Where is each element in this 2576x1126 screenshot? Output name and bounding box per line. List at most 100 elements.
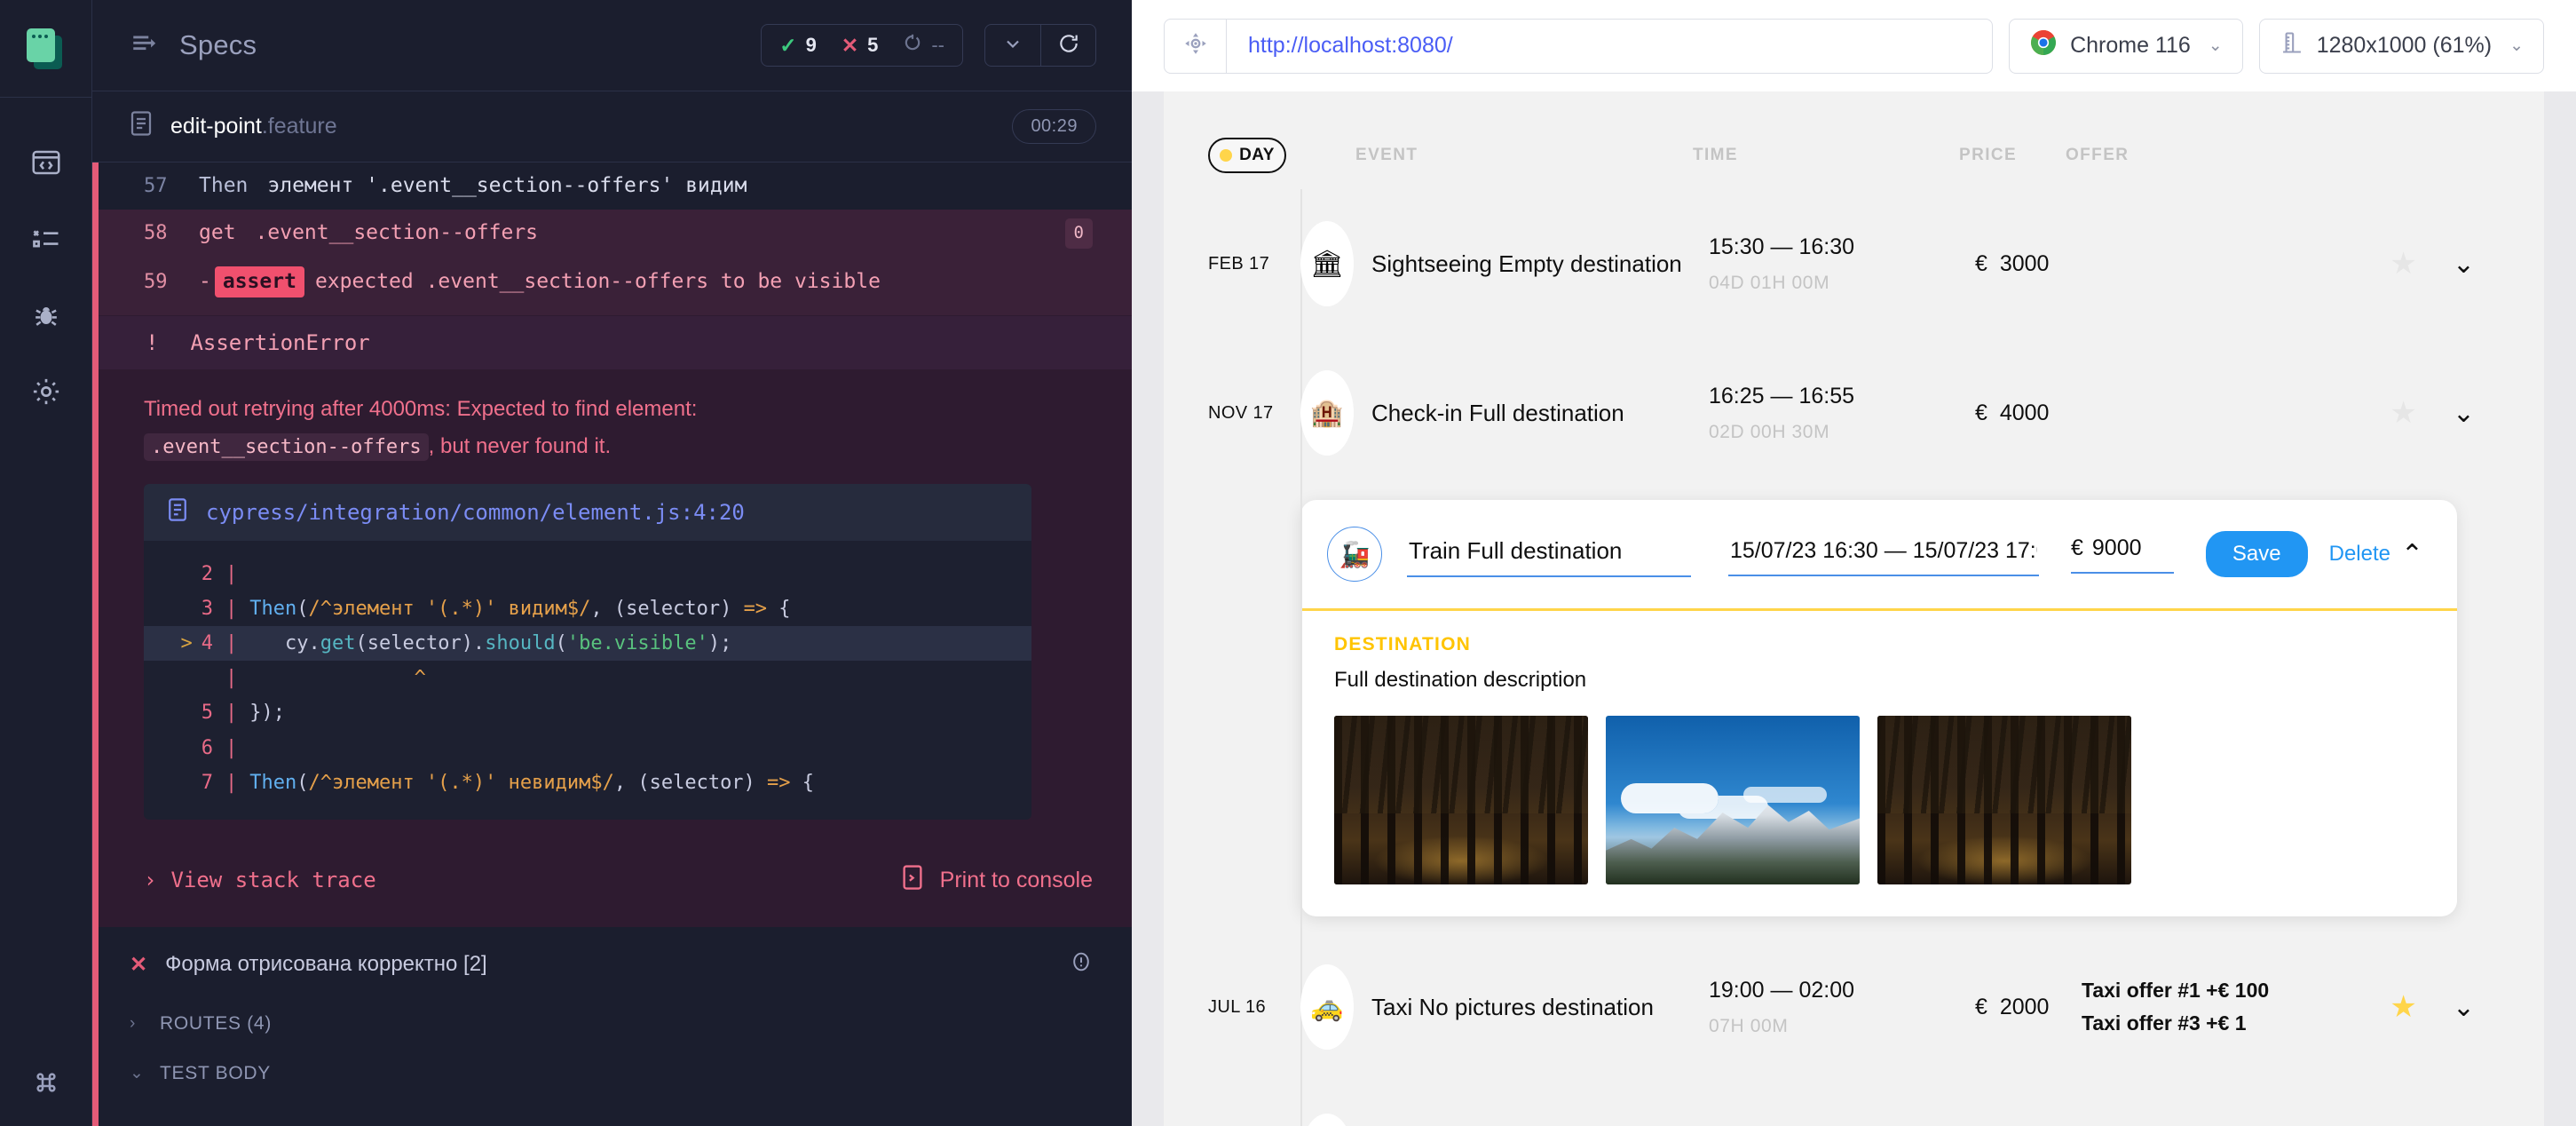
column-header-offer: OFFER <box>2066 146 2332 165</box>
sidebar-item-runs[interactable] <box>0 201 91 277</box>
test-list: ✕ Форма отрисована корректно [2] › ROUTE… <box>92 927 1132 1098</box>
test-failed-icon: ✕ <box>130 952 147 978</box>
event-price-input[interactable] <box>2092 535 2174 561</box>
stat-failed: ✕ 5 <box>829 34 891 58</box>
sidebar-item-tests[interactable] <box>0 124 91 201</box>
chevron-down-icon: ⌄ <box>2209 36 2223 56</box>
command-keyword: Then <box>199 171 248 201</box>
reporter-header: Specs ✓ 9 ✕ 5 <box>92 0 1132 91</box>
favorite-star-icon[interactable]: ★ <box>2390 989 2416 1025</box>
destination-photos <box>1334 716 2423 884</box>
spec-file-row[interactable]: edit-point.feature 00:29 <box>92 91 1132 163</box>
favorite-star-icon[interactable]: ★ <box>2390 395 2416 431</box>
url-bar[interactable]: http://localhost:8080/ <box>1164 19 1993 74</box>
trip-event-row[interactable]: APR 19 🚂 Train No pictures destination 1… <box>1208 1082 2500 1126</box>
event-duration: 04D 01H 00M <box>1709 273 1975 294</box>
code-line-number: 2 <box>167 557 225 591</box>
viewport-selector[interactable]: 1280x1000 (61%) ⌄ <box>2259 19 2544 74</box>
code-line: | ^ <box>144 661 1031 695</box>
favorite-star-icon[interactable]: ★ <box>2390 246 2416 282</box>
error-message-after: , but never found it. <box>429 434 611 458</box>
sidebar-item-settings[interactable] <box>0 353 91 430</box>
event-time-range: 15:30 — 16:30 <box>1709 234 1975 260</box>
collapse-chevron-icon[interactable]: ⌃ <box>2401 539 2423 570</box>
specs-list-icon <box>130 28 160 63</box>
ruler-icon <box>2280 30 2304 61</box>
view-stack-trace-button[interactable]: › View stack trace <box>144 868 376 892</box>
passed-count: 9 <box>806 34 817 57</box>
error-actions: › View stack trace Print to console <box>92 846 1132 927</box>
spec-timer: 00:29 <box>1012 109 1096 144</box>
command-row[interactable]: 59 - assert expected .event__section--of… <box>92 258 1132 315</box>
code-snippet-path: cypress/integration/common/element.js:4:… <box>206 500 745 525</box>
code-line: 6| <box>144 731 1031 765</box>
refresh-icon <box>1057 32 1080 59</box>
trip-event-row[interactable]: NOV 17 🏨 Check-in Full destination 16:25… <box>1208 338 2500 488</box>
selector-playground-button[interactable] <box>1165 20 1227 73</box>
error-message: Timed out retrying after 4000ms: Expecte… <box>144 391 1093 464</box>
test-item[interactable]: ✕ Форма отрисована корректно [2] <box>130 927 1093 999</box>
print-to-console-button[interactable]: Print to console <box>901 864 1093 897</box>
test-info-icon[interactable] <box>1070 950 1093 979</box>
command-number: 59 <box>144 268 199 297</box>
error-panel: Timed out retrying after 4000ms: Expecte… <box>92 369 1132 846</box>
expand-chevron-icon[interactable]: ⌄ <box>2453 249 2475 280</box>
browser-toolbar: http://localhost:8080/ Chrome 116 ⌄ <box>1132 0 2576 91</box>
event-type-icon[interactable]: 🚂 <box>1327 527 1382 582</box>
chevron-down-icon: ⌄ <box>2509 36 2524 56</box>
hook-test-body[interactable]: ⌄ TEST BODY <box>130 1049 1093 1098</box>
hook-routes[interactable]: › ROUTES (4) <box>130 999 1093 1049</box>
error-title: AssertionError <box>190 330 369 355</box>
delete-button[interactable]: Delete <box>2329 542 2390 567</box>
event-edit-form: 🚂 € Save Delete ⌃ <box>1300 500 2457 916</box>
code-snippet-header[interactable]: cypress/integration/common/element.js:4:… <box>144 484 1031 541</box>
code-line-number: 7 <box>167 765 225 800</box>
keyboard-shortcuts-button[interactable] <box>0 1068 91 1101</box>
trip-event-row[interactable]: JUL 16 🚕 Taxi No pictures destination 19… <box>1208 932 2500 1082</box>
url-text[interactable]: http://localhost:8080/ <box>1227 33 1453 59</box>
event-name-input[interactable] <box>1407 532 1691 577</box>
day-dot-icon <box>1220 149 1232 162</box>
trip-event-row[interactable]: FEB 17 🏛 Sightseeing Empty destination 1… <box>1208 189 2500 338</box>
rerun-button[interactable] <box>1040 25 1095 66</box>
expand-chevron-icon[interactable]: ⌄ <box>2453 992 2475 1023</box>
console-icon <box>901 864 924 897</box>
command-number: 58 <box>144 219 199 248</box>
day-badge[interactable]: DAY <box>1208 138 1286 173</box>
cypress-test-runner: Specs ✓ 9 ✕ 5 <box>0 0 2576 1126</box>
aut-stage: DAY EVENT TIME PRICE OFFER FEB 17 🏛 Sigh… <box>1132 91 2576 1126</box>
test-stats: ✓ 9 ✕ 5 -- <box>761 24 963 67</box>
code-line-number: 5 <box>167 695 225 730</box>
file-icon <box>130 110 153 143</box>
spec-base-name: edit-point <box>170 114 262 139</box>
event-type-icon: 🚂 <box>1300 1114 1354 1126</box>
event-date-input[interactable] <box>1728 533 2039 576</box>
browser-selector[interactable]: Chrome 116 ⌄ <box>2009 19 2243 74</box>
command-text: элемент '.event__section--offers' видим <box>267 171 747 201</box>
event-title: Taxi No pictures destination <box>1371 994 1709 1021</box>
print-to-console-label: Print to console <box>940 868 1093 893</box>
column-header-price: PRICE <box>1959 146 2066 165</box>
assert-dash: - <box>199 267 211 297</box>
save-button[interactable]: Save <box>2206 531 2308 577</box>
select-spec-button[interactable] <box>985 25 1040 66</box>
runs-icon <box>30 223 62 255</box>
column-header-event: EVENT <box>1355 146 1693 165</box>
event-date: FEB 17 <box>1208 254 1286 274</box>
event-offers: Taxi offer #1 +€ 100 Taxi offer #3 +€ 1 <box>2082 974 2390 1040</box>
event-title: Check-in Full destination <box>1371 400 1709 427</box>
event-time-range: 16:25 — 16:55 <box>1709 384 1975 409</box>
command-row[interactable]: 57 Then элемент '.event__section--offers… <box>92 163 1132 210</box>
pending-count: -- <box>931 34 944 57</box>
chrome-icon <box>2029 28 2058 63</box>
expand-chevron-icon[interactable]: ⌄ <box>2453 398 2475 429</box>
command-text: .event__section--offers <box>256 218 539 248</box>
code-line-number: 3 <box>167 591 225 626</box>
viewport-label: 1280x1000 (61%) <box>2317 33 2492 59</box>
sidebar-item-debug[interactable] <box>0 277 91 353</box>
event-time: 19:00 — 02:00 07H 00M <box>1709 978 1975 1037</box>
trip-events-list: FEB 17 🏛 Sightseeing Empty destination 1… <box>1208 189 2500 1126</box>
code-line: 7|Then(/^элемент '(.*)' невидим$/, (sele… <box>144 765 1031 800</box>
code-line: 2| <box>144 557 1031 591</box>
command-row[interactable]: 58 get .event__section--offers 0 <box>92 210 1132 258</box>
